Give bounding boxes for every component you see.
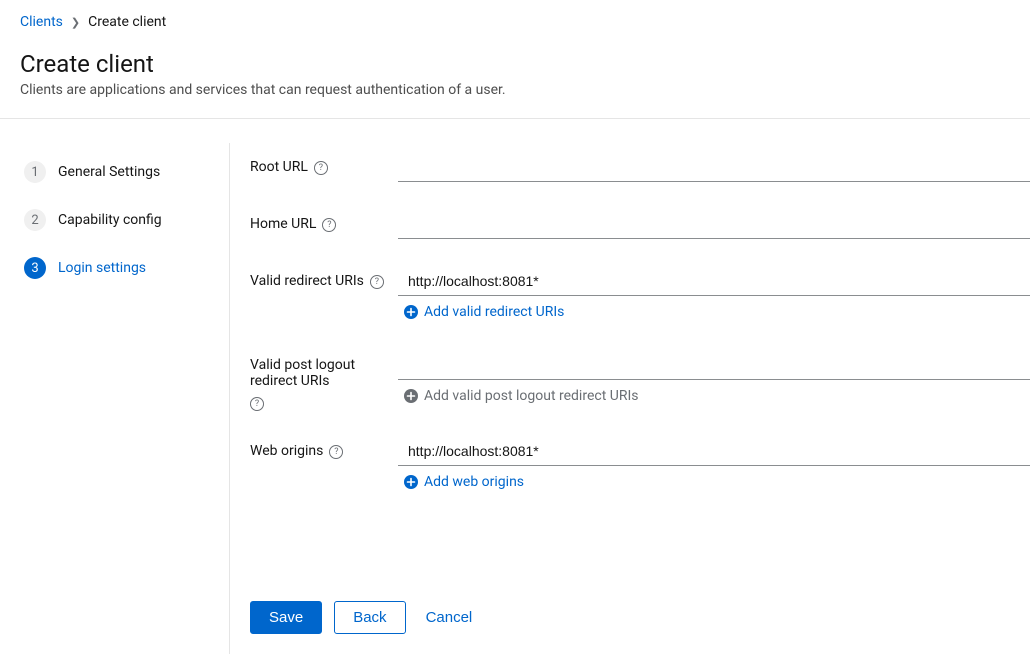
form-row-root-url: Root URL ?	[250, 153, 1030, 182]
wizard-step-label: General Settings	[58, 164, 160, 180]
help-icon[interactable]: ?	[322, 218, 336, 232]
form-label: Valid redirect URIs ?	[250, 267, 398, 289]
footer-actions: Save Back Cancel	[250, 581, 1030, 654]
label-text: Home URL	[250, 216, 316, 232]
breadcrumb-link-clients[interactable]: Clients	[20, 14, 63, 30]
wizard-step-number: 3	[24, 257, 46, 279]
wizard-step-label: Login settings	[58, 260, 146, 276]
home-url-input[interactable]	[398, 210, 1030, 239]
page-header: Clients ❯ Create client Create client Cl…	[0, 0, 1030, 119]
chevron-right-icon: ❯	[71, 16, 80, 29]
wizard-step-general-settings[interactable]: 1 General Settings	[20, 153, 219, 191]
wizard-step-login-settings[interactable]: 3 Login settings	[20, 249, 219, 287]
label-text: Valid post logout redirect URIs	[250, 357, 398, 389]
main-content: 1 General Settings 2 Capability config 3…	[0, 119, 1030, 654]
valid-redirect-uris-input[interactable]	[398, 267, 1030, 296]
breadcrumb: Clients ❯ Create client	[20, 14, 1010, 30]
form-label: Valid post logout redirect URIs ?	[250, 351, 398, 409]
help-icon[interactable]: ?	[250, 397, 264, 411]
back-button[interactable]: Back	[334, 601, 405, 634]
cancel-button[interactable]: Cancel	[418, 602, 481, 633]
wizard-step-number: 2	[24, 209, 46, 231]
label-text: Root URL	[250, 159, 308, 175]
form-label: Web origins ?	[250, 437, 398, 459]
help-icon[interactable]: ?	[329, 445, 343, 459]
valid-post-logout-redirect-uris-input[interactable]	[398, 351, 1030, 380]
plus-circle-icon	[404, 475, 418, 489]
form-row-web-origins: Web origins ? Add web origins	[250, 437, 1030, 493]
save-button[interactable]: Save	[250, 601, 322, 634]
wizard-step-capability-config[interactable]: 2 Capability config	[20, 201, 219, 239]
plus-circle-icon	[404, 305, 418, 319]
add-link-label: Add valid post logout redirect URIs	[424, 388, 639, 404]
form-label: Home URL ?	[250, 210, 398, 232]
add-valid-post-logout-redirect-uris-button[interactable]: Add valid post logout redirect URIs	[398, 388, 639, 404]
wizard-step-label: Capability config	[58, 212, 162, 228]
label-text: Web origins	[250, 443, 323, 459]
breadcrumb-current: Create client	[88, 14, 166, 30]
form-row-home-url: Home URL ?	[250, 210, 1030, 239]
page-description: Clients are applications and services th…	[20, 82, 1010, 98]
form-area: Root URL ? Home URL ? Valid redirect URI…	[230, 143, 1030, 654]
web-origins-input[interactable]	[398, 437, 1030, 466]
page-title: Create client	[20, 50, 1010, 78]
form-row-valid-redirect-uris: Valid redirect URIs ? Add valid redirect…	[250, 267, 1030, 323]
add-link-label: Add valid redirect URIs	[424, 304, 564, 320]
add-link-label: Add web origins	[424, 474, 524, 490]
form-label: Root URL ?	[250, 153, 398, 175]
label-text: Valid redirect URIs	[250, 273, 364, 289]
wizard-step-number: 1	[24, 161, 46, 183]
help-icon[interactable]: ?	[370, 275, 384, 289]
root-url-input[interactable]	[398, 153, 1030, 182]
plus-circle-icon	[404, 389, 418, 403]
add-valid-redirect-uris-button[interactable]: Add valid redirect URIs	[398, 304, 564, 320]
help-icon[interactable]: ?	[314, 161, 328, 175]
form-row-valid-post-logout-redirect-uris: Valid post logout redirect URIs ? Add va…	[250, 351, 1030, 409]
wizard-nav: 1 General Settings 2 Capability config 3…	[20, 143, 230, 654]
add-web-origins-button[interactable]: Add web origins	[398, 474, 524, 490]
